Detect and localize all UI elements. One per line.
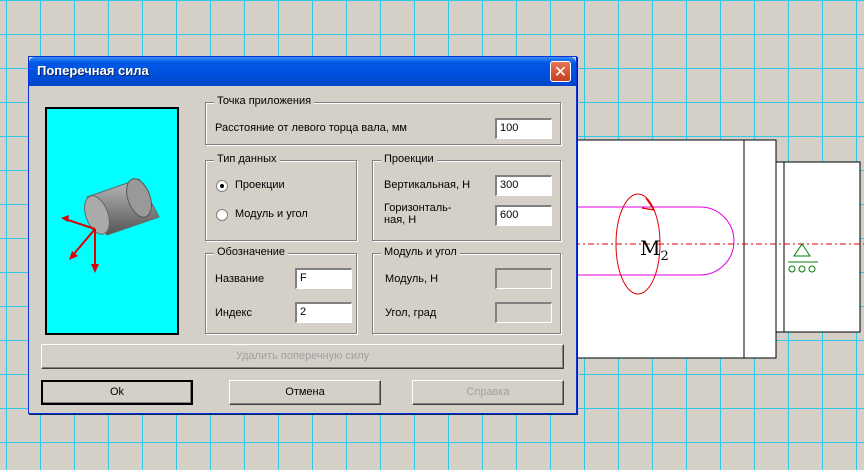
radio-modulus-angle[interactable] (216, 209, 228, 221)
radio-projections[interactable] (216, 180, 228, 192)
horizontal-input[interactable]: 600 (495, 205, 552, 226)
ok-button[interactable]: Ok (41, 380, 193, 405)
data-type-legend: Тип данных (214, 153, 280, 165)
shaft-journal (775, 161, 861, 333)
moment-symbol: M (640, 236, 661, 260)
transverse-force-dialog: Поперечная сила ✕ Точка приложения Расст… (28, 56, 577, 414)
dialog-title: Поперечная сила (37, 63, 149, 78)
projections-legend: Проекции (381, 153, 437, 165)
modulus-angle-legend: Модуль и угол (381, 246, 460, 258)
angle-input[interactable] (495, 302, 552, 323)
close-icon[interactable]: ✕ (550, 61, 571, 82)
name-input[interactable]: F (295, 268, 352, 289)
index-input[interactable]: 2 (295, 302, 352, 323)
application-point-legend: Точка приложения (214, 95, 315, 107)
data-type-group: Тип данных (205, 153, 358, 242)
distance-label: Расстояние от левого торца вала, мм (215, 122, 407, 134)
radio-modulus-angle-label[interactable]: Модуль и угол (235, 208, 308, 220)
moment-index: 2 (660, 249, 669, 264)
angle-label: Угол, град (385, 307, 437, 319)
dialog-titlebar[interactable]: Поперечная сила ✕ (29, 57, 576, 86)
shaft-preview-icon (61, 178, 160, 273)
moment-label: M2 (640, 236, 669, 264)
projections-group: Проекции (372, 153, 562, 242)
help-button[interactable]: Справка (412, 380, 564, 405)
modulus-label: Модуль, Н (385, 273, 439, 285)
cancel-button[interactable]: Отмена (229, 380, 381, 405)
distance-input[interactable]: 100 (495, 118, 552, 139)
vertical-input[interactable]: 300 (495, 175, 552, 196)
modulus-input[interactable] (495, 268, 552, 289)
horizontal-label-line1: Горизонталь- (384, 202, 452, 214)
delete-force-button[interactable]: Удалить поперечную силу (41, 344, 564, 369)
horizontal-label-line2: ная, Н (384, 214, 417, 226)
index-label: Индекс (215, 307, 252, 319)
designation-legend: Обозначение (214, 246, 289, 258)
name-label: Название (215, 273, 265, 285)
force-preview (45, 107, 179, 335)
radio-projections-label[interactable]: Проекции (235, 179, 285, 191)
vertical-label: Вертикальная, Н (384, 179, 471, 191)
